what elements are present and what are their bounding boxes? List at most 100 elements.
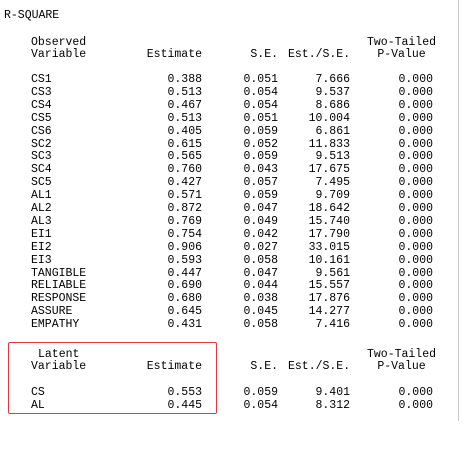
se-value: 0.027 [243,240,278,254]
ratio-value: 6.861 [315,124,350,138]
variable-name: RESPONSE [31,292,87,306]
p-value: 0.000 [398,240,433,254]
se-value: 0.059 [243,386,278,399]
p-value: 0.000 [398,163,433,177]
ratio-value: 33.015 [308,240,350,254]
ratio-value: 7.666 [315,73,350,86]
p-value: 0.000 [398,253,433,267]
estimate-value: 0.754 [167,227,202,241]
ratio-value: 14.277 [308,305,350,319]
variable-name: SC4 [31,163,52,177]
ratio-value: 8.686 [315,98,350,112]
table-row: EI1 0.754 0.042 17.790 0.000 [0,228,465,241]
p-value: 0.000 [398,399,433,412]
highlight-annotation-box [8,342,217,414]
p-value: 0.000 [398,279,433,293]
ratio-value: 17.675 [308,163,350,177]
estimate-value: 0.571 [167,189,202,203]
p-value: 0.000 [398,202,433,215]
se-value: 0.054 [243,98,278,112]
se-value: 0.043 [243,163,278,177]
estimate-value: 0.769 [167,214,202,228]
estimate-value: 0.447 [167,266,202,280]
ratio-value: 9.561 [315,266,350,280]
ratio-value: 9.709 [315,189,350,203]
estimate-value: 0.906 [167,240,202,254]
ratio-value: 15.740 [308,214,350,228]
table-row: RESPONSE 0.680 0.038 17.876 0.000 [0,292,465,305]
variable-name: CS5 [31,111,52,125]
table-row: ASSURE 0.645 0.045 14.277 0.000 [0,305,465,318]
variable-name: EI2 [31,240,52,254]
variable-name: TANGIBLE [31,266,87,280]
latent-p-header-line2: P-Value [377,360,426,373]
ratio-value: 15.557 [308,279,350,293]
se-value: 0.059 [243,189,278,203]
table-row: AL1 0.571 0.059 9.709 0.000 [0,189,465,202]
estimate-value: 0.467 [167,98,202,112]
p-value: 0.000 [398,73,433,86]
ratio-value: 9.401 [315,386,350,399]
variable-name: EMPATHY [31,318,80,332]
estimate-value: 0.427 [167,176,202,190]
observed-header-row-2: Variable Estimate S.E. Est./S.E. P-Value [0,48,465,61]
table-row: EI3 0.593 0.058 10.161 0.000 [0,254,465,267]
p-value: 0.000 [398,305,433,319]
se-value: 0.059 [243,124,278,138]
p-value: 0.000 [398,150,433,164]
p-value: 0.000 [398,227,433,241]
ratio-value: 18.642 [308,202,350,215]
p-value: 0.000 [398,386,433,399]
table-row: SC4 0.760 0.043 17.675 0.000 [0,163,465,176]
se-value: 0.049 [243,214,278,228]
table-row: CS1 0.388 0.051 7.666 0.000 [0,73,465,86]
p-value: 0.000 [398,111,433,125]
ratio-value: 8.312 [315,399,350,412]
se-value: 0.057 [243,176,278,190]
table-row: SC2 0.615 0.052 11.833 0.000 [0,138,465,151]
table-row: CS4 0.467 0.054 8.686 0.000 [0,99,465,112]
ratio-value: 11.833 [308,137,350,151]
observed-se-header: S.E. [250,48,278,61]
table-row: EI2 0.906 0.027 33.015 0.000 [0,241,465,254]
se-value: 0.054 [243,85,278,99]
estimate-value: 0.645 [167,305,202,319]
estimate-value: 0.513 [167,85,202,99]
se-value: 0.054 [243,399,278,412]
se-value: 0.038 [243,292,278,306]
observed-estimate-header: Estimate [146,48,202,61]
p-value: 0.000 [398,98,433,112]
table-row: CS6 0.405 0.059 6.861 0.000 [0,125,465,138]
se-value: 0.044 [243,279,278,293]
variable-name: AL2 [31,202,52,215]
estimate-value: 0.690 [167,279,202,293]
estimate-value: 0.513 [167,111,202,125]
ratio-value: 9.513 [315,150,350,164]
observed-ratio-header: Est./S.E. [288,48,351,61]
variable-name: RELIABLE [31,279,87,293]
variable-name: EI1 [31,227,52,241]
estimate-value: 0.615 [167,137,202,151]
se-value: 0.045 [243,305,278,319]
ratio-value: 7.495 [315,176,350,190]
estimate-value: 0.431 [167,318,202,332]
table-row: AL2 0.872 0.047 18.642 0.000 [0,202,465,215]
estimate-value: 0.405 [167,124,202,138]
variable-name: AL1 [31,189,52,203]
table-row: SC5 0.427 0.057 7.495 0.000 [0,176,465,189]
table-row: AL3 0.769 0.049 15.740 0.000 [0,215,465,228]
estimate-value: 0.760 [167,163,202,177]
estimate-value: 0.388 [167,73,202,86]
se-value: 0.058 [243,253,278,267]
variable-name: SC5 [31,176,52,190]
ratio-value: 9.537 [315,85,350,99]
ratio-value: 7.416 [315,318,350,332]
variable-name: CS1 [31,73,52,86]
se-value: 0.042 [243,227,278,241]
ratio-value: 10.161 [308,253,350,267]
se-value: 0.058 [243,318,278,332]
table-row: TANGIBLE 0.447 0.047 9.561 0.000 [0,267,465,280]
se-value: 0.059 [243,150,278,164]
se-value: 0.047 [243,202,278,215]
p-value: 0.000 [398,176,433,190]
